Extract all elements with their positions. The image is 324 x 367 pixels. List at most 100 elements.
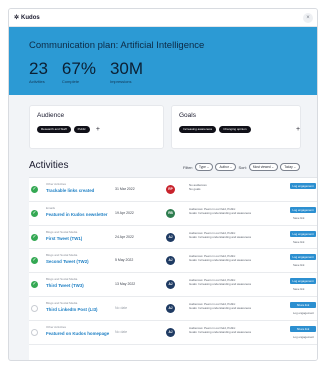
plus-icon[interactable]: +	[96, 126, 100, 133]
activity-description: Audiences: Peers in our field, Public Goa…	[189, 326, 284, 334]
goal-chip[interactable]: Increasing awareness	[179, 126, 217, 133]
close-icon[interactable]: ×	[303, 13, 313, 23]
page-title: Communication plan: Artificial Intellige…	[29, 40, 205, 51]
stat-activities: 23 Activities	[29, 60, 48, 84]
stat-complete: 67% Complete	[62, 60, 96, 84]
row-secondary-link[interactable]: Save link	[293, 263, 304, 267]
activities-heading: Activities	[29, 160, 69, 171]
stat-impressions: 30M Impressions	[110, 60, 143, 84]
activity-category: Other Activities	[46, 182, 67, 186]
sort-time-dropdown[interactable]: Today ⌄	[280, 163, 301, 171]
stat-value: 30M	[109, 59, 144, 78]
avatar: RP	[166, 185, 175, 194]
activity-category: Blogs and Social Media	[46, 253, 78, 258]
table-row[interactable]: ✓ Blogs and Social Media Second Tweet (TW2…	[29, 249, 317, 274]
kudos-logo-icon: ✲	[14, 15, 20, 21]
activity-category: Emails	[46, 205, 56, 210]
row-action-button[interactable]: Log engagement	[290, 183, 316, 189]
goals-chips: Increasing awareness Changing opinion	[179, 126, 251, 133]
goals-card: Goals Increasing awareness Changing opin…	[171, 105, 301, 149]
activity-date: 31 Mar 2022	[115, 187, 135, 191]
activity-date: 24 Apr 2022	[115, 234, 134, 239]
sort-time-value: Today	[284, 165, 293, 169]
filter-author-value: Author	[219, 165, 229, 169]
goals-text: Goals: Increasing understanding and awar…	[189, 210, 252, 215]
avatar: RB	[166, 208, 175, 218]
row-secondary-link[interactable]: Save link	[293, 216, 304, 220]
activity-name-link[interactable]: Featured in Kudos newsletter	[46, 212, 107, 217]
check-icon[interactable]: ✓	[31, 257, 38, 265]
row-secondary-link[interactable]: Save link	[293, 240, 304, 244]
check-icon[interactable]	[31, 304, 38, 312]
goal-chip[interactable]: Changing opinion	[219, 126, 251, 133]
activity-name-link[interactable]: Third Tweet (TW3)	[46, 283, 84, 288]
table-row[interactable]: ✓ Blogs and Social Media First Tweet (TW1)…	[29, 226, 317, 250]
table-row[interactable]: ✓ Blogs and Social Media Third Tweet (TW3)…	[29, 273, 317, 297]
stats-row: 23 Activities 67% Complete 30M Impressio…	[29, 60, 143, 84]
activity-name-link[interactable]: Second Tweet (TW2)	[46, 259, 89, 264]
logo-text: Kudos	[21, 14, 40, 21]
activities-table: ✓ Other Activities Trackable links created…	[29, 177, 317, 360]
filter-author-dropdown[interactable]: Author ⌄	[215, 163, 237, 171]
activity-category: Blogs and Social Media	[46, 229, 78, 234]
row-action-button[interactable]: Log engagement	[290, 278, 316, 285]
check-icon[interactable]: ✓	[31, 209, 38, 217]
avatar: AJ	[166, 303, 175, 313]
activity-description: Audiences: Peers in our field, Public Goa…	[189, 207, 284, 215]
goals-text: Goals: Increasing understanding and awar…	[189, 282, 252, 287]
row-action-button[interactable]: Log engagement	[290, 206, 316, 213]
activity-name-link[interactable]: First Tweet (TW1)	[46, 236, 82, 241]
row-action-button[interactable]: Share link	[290, 325, 316, 332]
audience-chip[interactable]: Research and Staff	[37, 126, 71, 133]
plan-header: Communication plan: Artificial Intellige…	[9, 27, 317, 95]
row-secondary-link[interactable]: Log engagement	[293, 311, 314, 315]
activity-description: Audiences: Peers in our field, Public Goa…	[189, 254, 284, 262]
audience-chips: Research and Staff Public +	[37, 126, 100, 133]
activity-description: Audiences: Peers in our field, Public Goa…	[189, 231, 284, 239]
avatar: AJ	[166, 280, 175, 290]
filter-label: Filter:	[183, 164, 193, 170]
filter-type-value: Type	[199, 165, 206, 169]
stat-label: Complete	[61, 79, 80, 84]
stat-label: Activities	[29, 79, 45, 84]
filter-bar: Filter: Type ⌄ Author ⌄ Sort: Most viewe…	[183, 163, 301, 171]
activity-date: 5 May 2022	[115, 258, 134, 263]
sort-value: Most viewed	[252, 165, 271, 169]
table-row[interactable]: Blogs and Social Media Third LinkedIn Pos…	[29, 297, 317, 321]
activity-category: Other Activities	[46, 324, 67, 329]
top-bar: ✲ Kudos ×	[9, 9, 317, 27]
row-action-button[interactable]: Log engagement	[290, 230, 316, 237]
stat-label: Impressions	[109, 79, 132, 84]
activity-date: 13 May 2022	[115, 282, 136, 287]
row-action-button[interactable]: Share link	[290, 301, 316, 308]
stat-value: 67%	[61, 59, 96, 78]
check-icon[interactable]: ✓	[31, 186, 38, 193]
check-icon[interactable]: ✓	[31, 281, 38, 289]
app-window: ✲ Kudos × Communication plan: Artificial…	[8, 8, 318, 361]
activity-name-link[interactable]: Third LinkedIn Post (LI3)	[46, 307, 97, 312]
activity-date: No date	[115, 329, 128, 334]
audience-card: Audience Research and Staff Public +	[29, 105, 164, 149]
sort-label: Sort:	[238, 164, 247, 170]
row-secondary-link[interactable]: Log engagement	[293, 335, 314, 339]
table-row[interactable]: ✓ Emails Featured in Kudos newsletter 19 Ap…	[29, 202, 317, 226]
activity-date: 19 Apr 2022	[115, 210, 134, 215]
goals-text: Goals: Increasing understanding and awar…	[189, 329, 252, 334]
goals-text: Goals: Increasing understanding and awar…	[189, 305, 252, 310]
check-icon[interactable]: ✓	[31, 233, 38, 241]
plus-icon[interactable]: +	[296, 126, 300, 133]
filter-type-dropdown[interactable]: Type ⌄	[195, 163, 214, 171]
row-action-button[interactable]: Log engagement	[290, 254, 316, 261]
table-row[interactable]: Other Activities Featured on Kudos homepa…	[29, 321, 317, 345]
activity-name-link[interactable]: Trackable links created	[46, 188, 94, 193]
audience-chip[interactable]: Public	[73, 126, 90, 133]
logo[interactable]: ✲ Kudos	[14, 14, 40, 22]
table-row[interactable]: ✓ Other Activities Trackable links created…	[29, 178, 317, 202]
sort-dropdown[interactable]: Most viewed ⌄	[248, 163, 279, 171]
check-icon[interactable]	[31, 328, 38, 336]
activity-description: Audiences: Peers in our field, Public Goa…	[189, 302, 284, 310]
activity-name-link[interactable]: Featured on Kudos homepage	[46, 331, 109, 336]
row-secondary-link[interactable]: Save link	[293, 287, 304, 291]
activity-date: No date	[115, 305, 128, 310]
avatar: AJ	[166, 256, 175, 266]
